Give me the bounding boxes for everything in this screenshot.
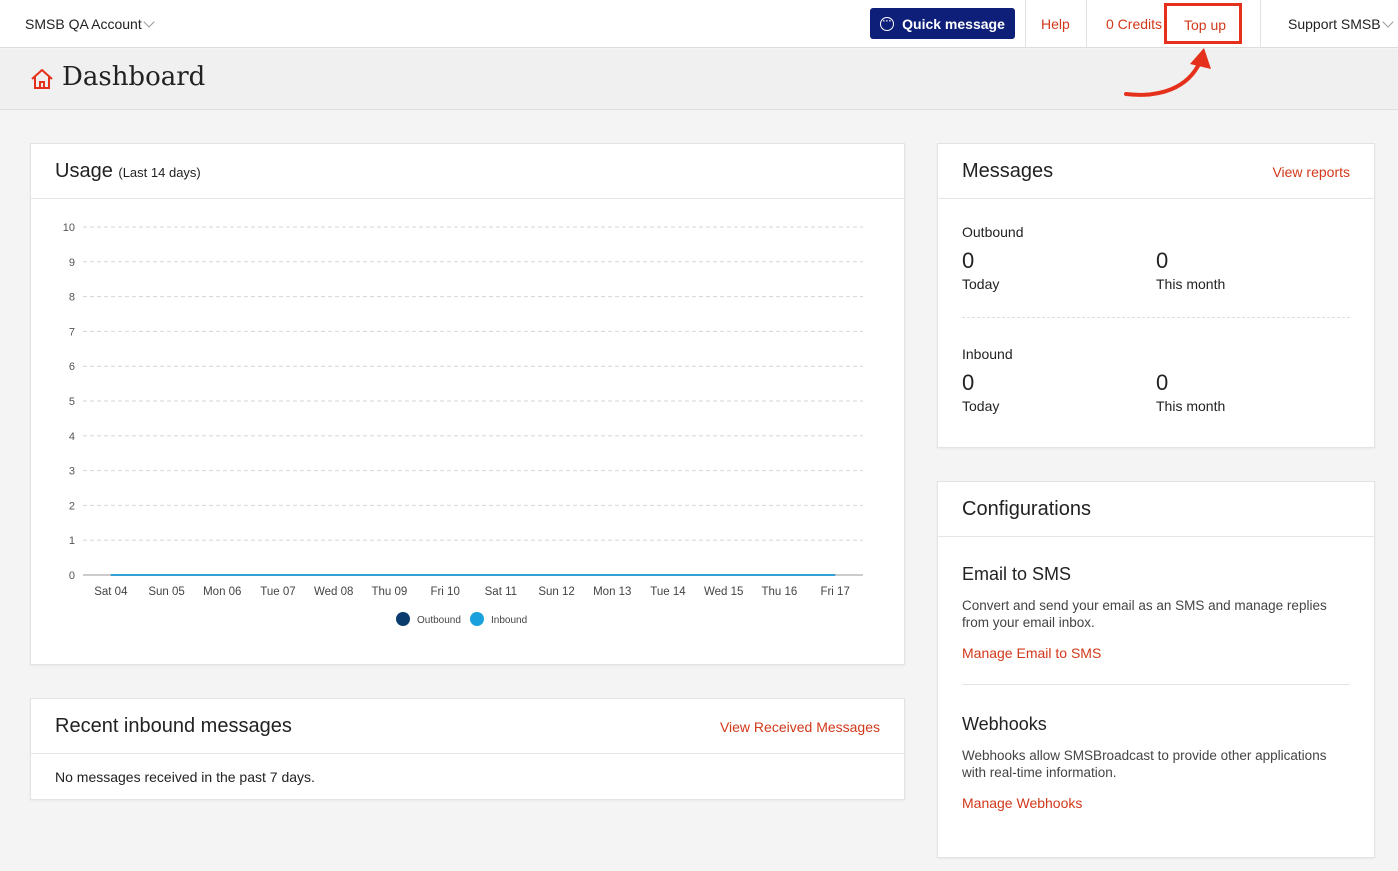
support-menu[interactable]: Support SMSB: [1288, 16, 1394, 32]
x-tick-label: Wed 15: [704, 586, 743, 598]
legend-marker-outbound: [396, 612, 410, 626]
email-to-sms-description: Convert and send your email as an SMS an…: [962, 598, 1327, 630]
configurations-card: Configurations Email to SMS Convert and …: [937, 481, 1375, 858]
y-tick-label: 9: [69, 257, 75, 269]
outbound-today-label: Today: [962, 276, 1000, 292]
home-icon: [31, 69, 53, 89]
webhooks-title: Webhooks: [962, 714, 1047, 734]
account-name: SMSB QA Account: [25, 16, 142, 32]
chat-icon: [880, 16, 895, 31]
x-tick-label: Mon 13: [593, 586, 631, 598]
configurations-title: Configurations: [962, 498, 1091, 520]
y-tick-label: 2: [69, 500, 75, 512]
y-tick-label: 3: [69, 466, 75, 478]
y-tick-label: 10: [63, 222, 75, 234]
legend-label-outbound: Outbound: [417, 615, 461, 626]
usage-card: Usage (Last 14 days) 0 1 2 3 4 5 6 7 8 9 10 Sat 04 S…: [30, 143, 905, 665]
view-received-messages-link[interactable]: View Received Messages: [720, 719, 880, 735]
manage-webhooks-link[interactable]: Manage Webhooks: [962, 795, 1082, 811]
top-up-link[interactable]: Top up: [1184, 17, 1226, 33]
y-tick-label: 7: [69, 326, 75, 338]
quick-message-label: Quick message: [902, 15, 1005, 32]
outbound-month-value: 0: [1156, 248, 1169, 273]
support-label: Support SMSB: [1288, 16, 1381, 32]
chevron-down-icon: [1381, 16, 1394, 28]
chevron-down-icon: [143, 16, 155, 28]
inbound-today-label: Today: [962, 398, 1000, 414]
y-tick-label: 6: [69, 361, 75, 373]
usage-subtitle: (Last 14 days): [118, 165, 201, 180]
page-title: Dashboard: [62, 62, 206, 92]
credits-link[interactable]: 0 Credits: [1106, 16, 1162, 32]
x-tick-label: Sun 12: [538, 586, 574, 598]
inbound-month-label: This month: [1156, 398, 1226, 414]
divider: [1086, 0, 1087, 48]
inbound-month-value: 0: [1156, 370, 1169, 395]
divider: [962, 684, 1350, 685]
x-tick-label: Fri 17: [820, 586, 849, 598]
outbound-today-value: 0: [962, 248, 975, 273]
x-tick-label: Tue 14: [650, 586, 686, 598]
x-tick-label: Tue 07: [260, 586, 295, 598]
empty-inbound-message: No messages received in the past 7 days.: [55, 769, 315, 785]
recent-inbound-header: Recent inbound messages View Received Me…: [31, 699, 904, 754]
messages-header: Messages View reports: [938, 144, 1374, 199]
email-to-sms-title: Email to SMS: [962, 564, 1072, 584]
x-tick-label: Wed 08: [314, 586, 353, 598]
x-tick-label: Mon 06: [203, 586, 241, 598]
y-tick-label: 4: [69, 431, 75, 443]
quick-message-button[interactable]: Quick message: [870, 8, 1015, 39]
x-tick-label: Thu 16: [762, 586, 798, 598]
y-tick-label: 5: [69, 396, 75, 408]
usage-chart: 0 1 2 3 4 5 6 7 8 9 10 Sat 04 Sun 05 Mon 06 Tue 07 Wed …: [63, 222, 863, 626]
configurations-header: Configurations: [938, 482, 1374, 537]
view-reports-link[interactable]: View reports: [1272, 164, 1350, 180]
usage-title-text: Usage: [55, 160, 113, 182]
outbound-label: Outbound: [962, 224, 1024, 240]
inbound-label: Inbound: [962, 346, 1013, 362]
manage-email-to-sms-link[interactable]: Manage Email to SMS: [962, 645, 1101, 661]
usage-card-header: Usage (Last 14 days): [31, 144, 904, 199]
y-tick-label: 0: [69, 570, 75, 582]
divider: [962, 317, 1350, 318]
x-tick-label: Thu 09: [372, 586, 408, 598]
outbound-month-label: This month: [1156, 276, 1226, 292]
divider: [1025, 0, 1026, 48]
usage-title: Usage (Last 14 days): [55, 160, 201, 183]
recent-inbound-title: Recent inbound messages: [55, 715, 292, 737]
x-tick-label: Sun 05: [148, 586, 184, 598]
legend-label-inbound: Inbound: [491, 615, 527, 626]
x-tick-label: Sat 04: [94, 586, 128, 598]
recent-inbound-card: Recent inbound messages View Received Me…: [30, 698, 905, 800]
account-selector[interactable]: SMSB QA Account: [25, 16, 155, 32]
help-link[interactable]: Help: [1041, 16, 1070, 32]
inbound-today-value: 0: [962, 370, 975, 395]
y-tick-label: 8: [69, 292, 75, 304]
messages-title: Messages: [962, 160, 1054, 182]
x-tick-label: Sat 11: [485, 586, 517, 598]
divider: [1260, 0, 1261, 48]
y-tick-label: 1: [69, 535, 75, 547]
x-tick-label: Fri 10: [430, 586, 459, 598]
legend-marker-inbound: [470, 612, 484, 626]
annotation-arrow-icon: [1124, 48, 1211, 97]
messages-card: Messages View reports Outbound 0 Today 0…: [937, 143, 1375, 448]
webhooks-description: Webhooks allow SMSBroadcast to provide o…: [962, 748, 1327, 780]
